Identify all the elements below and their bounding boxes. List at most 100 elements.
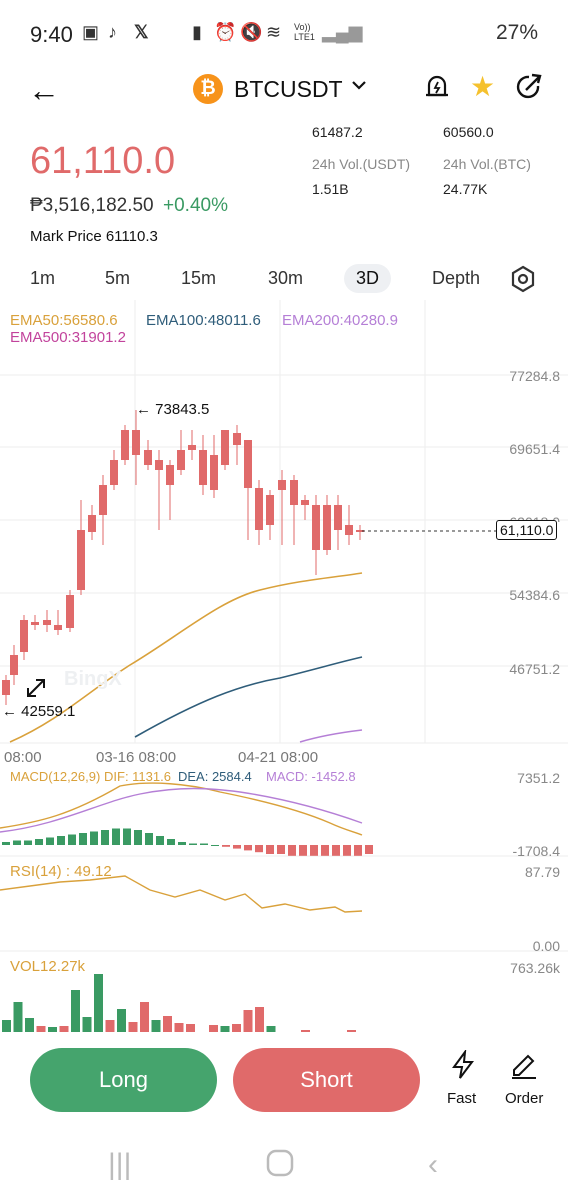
fast-button[interactable] [446, 1048, 480, 1085]
macd-bar [310, 845, 318, 856]
rsi-label: RSI(14) : 49.12 [10, 863, 112, 880]
candle-body [345, 525, 353, 535]
fiat-price: ₱3,516,182.50 [30, 195, 154, 216]
candle-body [290, 480, 298, 505]
candle-body [99, 485, 107, 515]
status-bar: 9:40 ▣ ♪ 𝕏 ▮ ⏰ 🔇 ≋ Vo)) LTE1 ▂▄▆ 27% [0, 0, 568, 68]
volume-bar [82, 1017, 92, 1032]
tab-30m[interactable]: 30m [268, 268, 303, 289]
candle-body [132, 430, 140, 455]
tiktok-icon: ♪ [108, 22, 117, 42]
ema100-line [134, 656, 363, 738]
tab-3d[interactable]: 3D [344, 264, 392, 293]
share-icon[interactable] [514, 72, 544, 102]
long-button[interactable]: Long [30, 1048, 217, 1112]
candles-group [2, 410, 364, 705]
fullscreen-icon [27, 679, 45, 697]
macd-bar [332, 845, 340, 856]
macd-bar [2, 842, 10, 845]
macd-bar [145, 833, 153, 845]
macd-bar [134, 830, 142, 845]
chart-settings-icon[interactable] [510, 265, 536, 298]
vol-btc: 24.77K [443, 181, 488, 197]
macd-bar [79, 833, 87, 845]
fast-label[interactable]: Fast [447, 1090, 476, 1107]
24h-high: 61487.2 [312, 124, 363, 140]
macd-bar [156, 836, 164, 845]
candle-body [255, 488, 263, 530]
price-change: +0.40% [163, 195, 228, 216]
volume-bar [13, 1002, 23, 1032]
candle-body [177, 450, 185, 470]
volume-bar [2, 1020, 11, 1032]
volume-bar [36, 1026, 46, 1032]
macd-bar [13, 840, 21, 845]
rsi-axis-top: 87.79 [524, 864, 560, 880]
macd-bar [288, 845, 296, 856]
macd-bar [244, 845, 252, 851]
back-arrow-icon[interactable]: ← [28, 74, 60, 106]
candle-body [278, 480, 286, 490]
chevron-down-icon[interactable] [350, 76, 368, 100]
candle-body [233, 433, 241, 445]
vol-btc-label: 24h Vol.(BTC) [443, 156, 531, 172]
volume-bar [186, 1024, 195, 1032]
order-label[interactable]: Order [505, 1090, 543, 1107]
candle-body [2, 680, 10, 695]
vol-axis-top: 763.26k [510, 960, 560, 976]
home-icon[interactable] [265, 1148, 295, 1186]
volume-bar [94, 974, 103, 1032]
macd-bar [189, 843, 197, 845]
volume-bars [2, 974, 356, 1032]
vol-usdt-label: 24h Vol.(USDT) [312, 156, 411, 172]
order-button[interactable] [508, 1050, 540, 1085]
volume-bar [209, 1025, 218, 1032]
wifi-icon: ≋ [266, 22, 282, 42]
mark-price: Mark Price 61110.3 [30, 228, 158, 245]
macd-bar [46, 837, 54, 845]
date-label-3: 04-21 08:00 [238, 749, 319, 766]
pen-icon [512, 1054, 536, 1079]
macd-bar [90, 831, 98, 845]
candle-body [110, 460, 118, 485]
macd-label: MACD(12,26,9) [10, 769, 101, 784]
candle-body [155, 460, 163, 470]
macd-dea: DEA: 2584.4 [178, 769, 252, 784]
volume-bar [243, 1010, 253, 1032]
recent-apps-icon[interactable]: ||| [108, 1148, 131, 1182]
candle-body [266, 495, 274, 525]
nav-back-icon[interactable]: ‹ [428, 1148, 438, 1182]
macd-bar [35, 839, 43, 845]
candle-body [43, 620, 51, 625]
low-marker-value: 42559.1 [21, 703, 76, 720]
volume-bar [266, 1026, 276, 1032]
tab-1m[interactable]: 1m [30, 268, 55, 289]
network-label: Vo)) LTE1 [294, 22, 315, 42]
candle-body [244, 440, 252, 488]
x-icon: 𝕏 [134, 22, 149, 42]
short-button[interactable]: Short [233, 1048, 420, 1112]
volume-bar [25, 1018, 34, 1032]
macd-dif-line [0, 782, 363, 836]
candle-body [10, 655, 18, 675]
volume-bar [48, 1027, 57, 1032]
battery-level: 27% [495, 21, 538, 44]
pair-selector[interactable]: BTCUSDT [234, 76, 343, 103]
interval-tabs: 1m 5m 15m 30m 3D Depth [0, 262, 568, 298]
tab-15m[interactable]: 15m [181, 268, 216, 289]
macd-bar [101, 830, 109, 845]
current-price-tag: 61,110.0 [496, 520, 558, 540]
header: ← ₿ BTCUSDT ★ [0, 68, 568, 112]
battery-saver-icon: ▮ [192, 22, 202, 42]
tab-5m[interactable]: 5m [105, 268, 130, 289]
candle-body [77, 530, 85, 590]
favorite-star-icon[interactable]: ★ [470, 70, 495, 103]
candle-body [20, 620, 28, 652]
volume-bar [151, 1020, 161, 1032]
watermark: BingX [64, 668, 122, 690]
candle-body [312, 505, 320, 550]
candle-body [121, 430, 129, 460]
tab-depth[interactable]: Depth [432, 268, 480, 289]
alert-bell-icon[interactable] [424, 73, 450, 101]
candle-body [54, 625, 62, 630]
